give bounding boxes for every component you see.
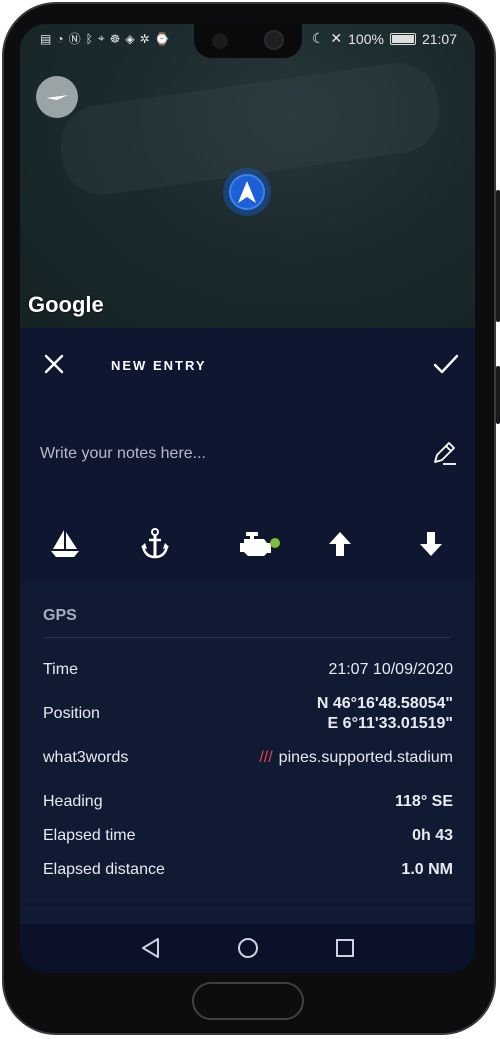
heading-row: Heading 118° SE [43,793,453,817]
close-button[interactable] [42,352,66,376]
system-nav-bar [20,924,475,973]
sailboat-icon [51,530,79,557]
what3words-row[interactable]: what3words /// pines.supported.stadium [43,749,453,773]
arrow-up-button[interactable] [315,520,365,568]
status-icons-left: ▤ ◔ Ⓝ ᛒ ⌖ ☸ ◈ ✲ ⌚ [40,30,170,47]
next-card [20,906,473,926]
position-longitude: E 6°11'33.01519" [327,715,453,732]
engine-button[interactable] [224,520,288,568]
location-icon: ⌖ [97,31,105,45]
screen: Google ▤ ◔ Ⓝ ᛒ ⌖ ☸ ◈ ✲ ⌚ ☾ ✕ 100% 21:07 [20,24,475,973]
wifi-icon: ◔ [56,31,64,46]
gps-card: GPS Time 21:07 10/09/2020 Position N 46°… [20,583,473,903]
arrow-up-icon [329,532,351,556]
heading-value: 118° SE [395,793,453,810]
engine-status-dot [270,538,280,548]
status-icons-right: ☾ ✕ 100% 21:07 [312,30,457,47]
mute-icon: ✕ [330,30,343,46]
quick-actions [20,520,475,580]
position-latitude: N 46°16'48.58054" [316,695,453,712]
home-icon[interactable] [236,936,260,960]
anchor-icon [141,528,169,559]
heading-label: Heading [43,793,103,810]
bluetooth-icon: ᛒ [85,31,93,46]
time-row: Time 21:07 10/09/2020 [43,661,453,685]
time-label: Time [43,661,78,678]
entry-header: NEW ENTRY [20,328,475,398]
compass-icon [46,95,68,100]
compass-button[interactable] [36,76,78,118]
position-row: Position N 46°16'48.58054" E 6°11'33.015… [43,693,453,737]
recents-icon[interactable] [333,936,357,960]
target-icon: ◈ [125,31,135,46]
volume-button [496,190,500,322]
power-button [496,366,500,424]
google-logo: Google [28,292,104,317]
location-marker [223,168,271,216]
settings-icon: ✲ [139,31,150,46]
edit-pencil-icon[interactable] [431,440,457,466]
notes-section [20,398,475,508]
divider [43,637,451,638]
arrow-down-button[interactable] [406,520,456,568]
elapsed-distance-row: Elapsed distance 1.0 NM [43,861,453,885]
what3words-value: pines.supported.stadium [278,749,453,766]
helm-icon: ☸ [109,31,121,46]
elapsed-distance-value: 1.0 NM [401,861,453,878]
anchor-button[interactable] [130,520,180,568]
elapsed-time-value: 0h 43 [412,827,453,844]
time-value: 21:07 10/09/2020 [328,661,453,678]
what3words-value-wrap[interactable]: /// pines.supported.stadium [259,749,453,767]
navigation-arrow-icon [238,181,256,203]
confirm-button[interactable] [433,352,459,376]
watch-icon: ⌚ [154,31,170,46]
page-title: NEW ENTRY [111,358,207,373]
battery-percent: 100% [348,30,384,47]
moon-icon: ☾ [311,30,325,46]
elapsed-time-row: Elapsed time 0h 43 [43,827,453,851]
clock: 21:07 [421,30,457,47]
elapsed-time-label: Elapsed time [43,827,136,844]
sail-button[interactable] [40,520,90,568]
position-label: Position [43,705,100,722]
what3words-label: what3words [43,749,129,766]
engine-icon [240,532,271,556]
nfc-icon: Ⓝ [68,32,81,46]
arrow-down-icon [420,532,442,556]
what3words-prefix: /// [259,749,273,766]
camera-icon [264,30,284,50]
data-icon: ▤ [40,31,52,46]
back-icon[interactable] [139,936,163,960]
elapsed-distance-label: Elapsed distance [43,861,165,878]
gps-title: GPS [43,607,77,624]
phone: Google ▤ ◔ Ⓝ ᛒ ⌖ ☸ ◈ ✲ ⌚ ☾ ✕ 100% 21:07 [0,0,500,1039]
battery-icon [389,32,416,45]
map-view[interactable]: Google [20,24,475,328]
physical-home-button [192,982,304,1020]
sensor-icon [212,33,228,49]
notes-input[interactable] [38,438,402,470]
camera-notch [194,24,302,58]
